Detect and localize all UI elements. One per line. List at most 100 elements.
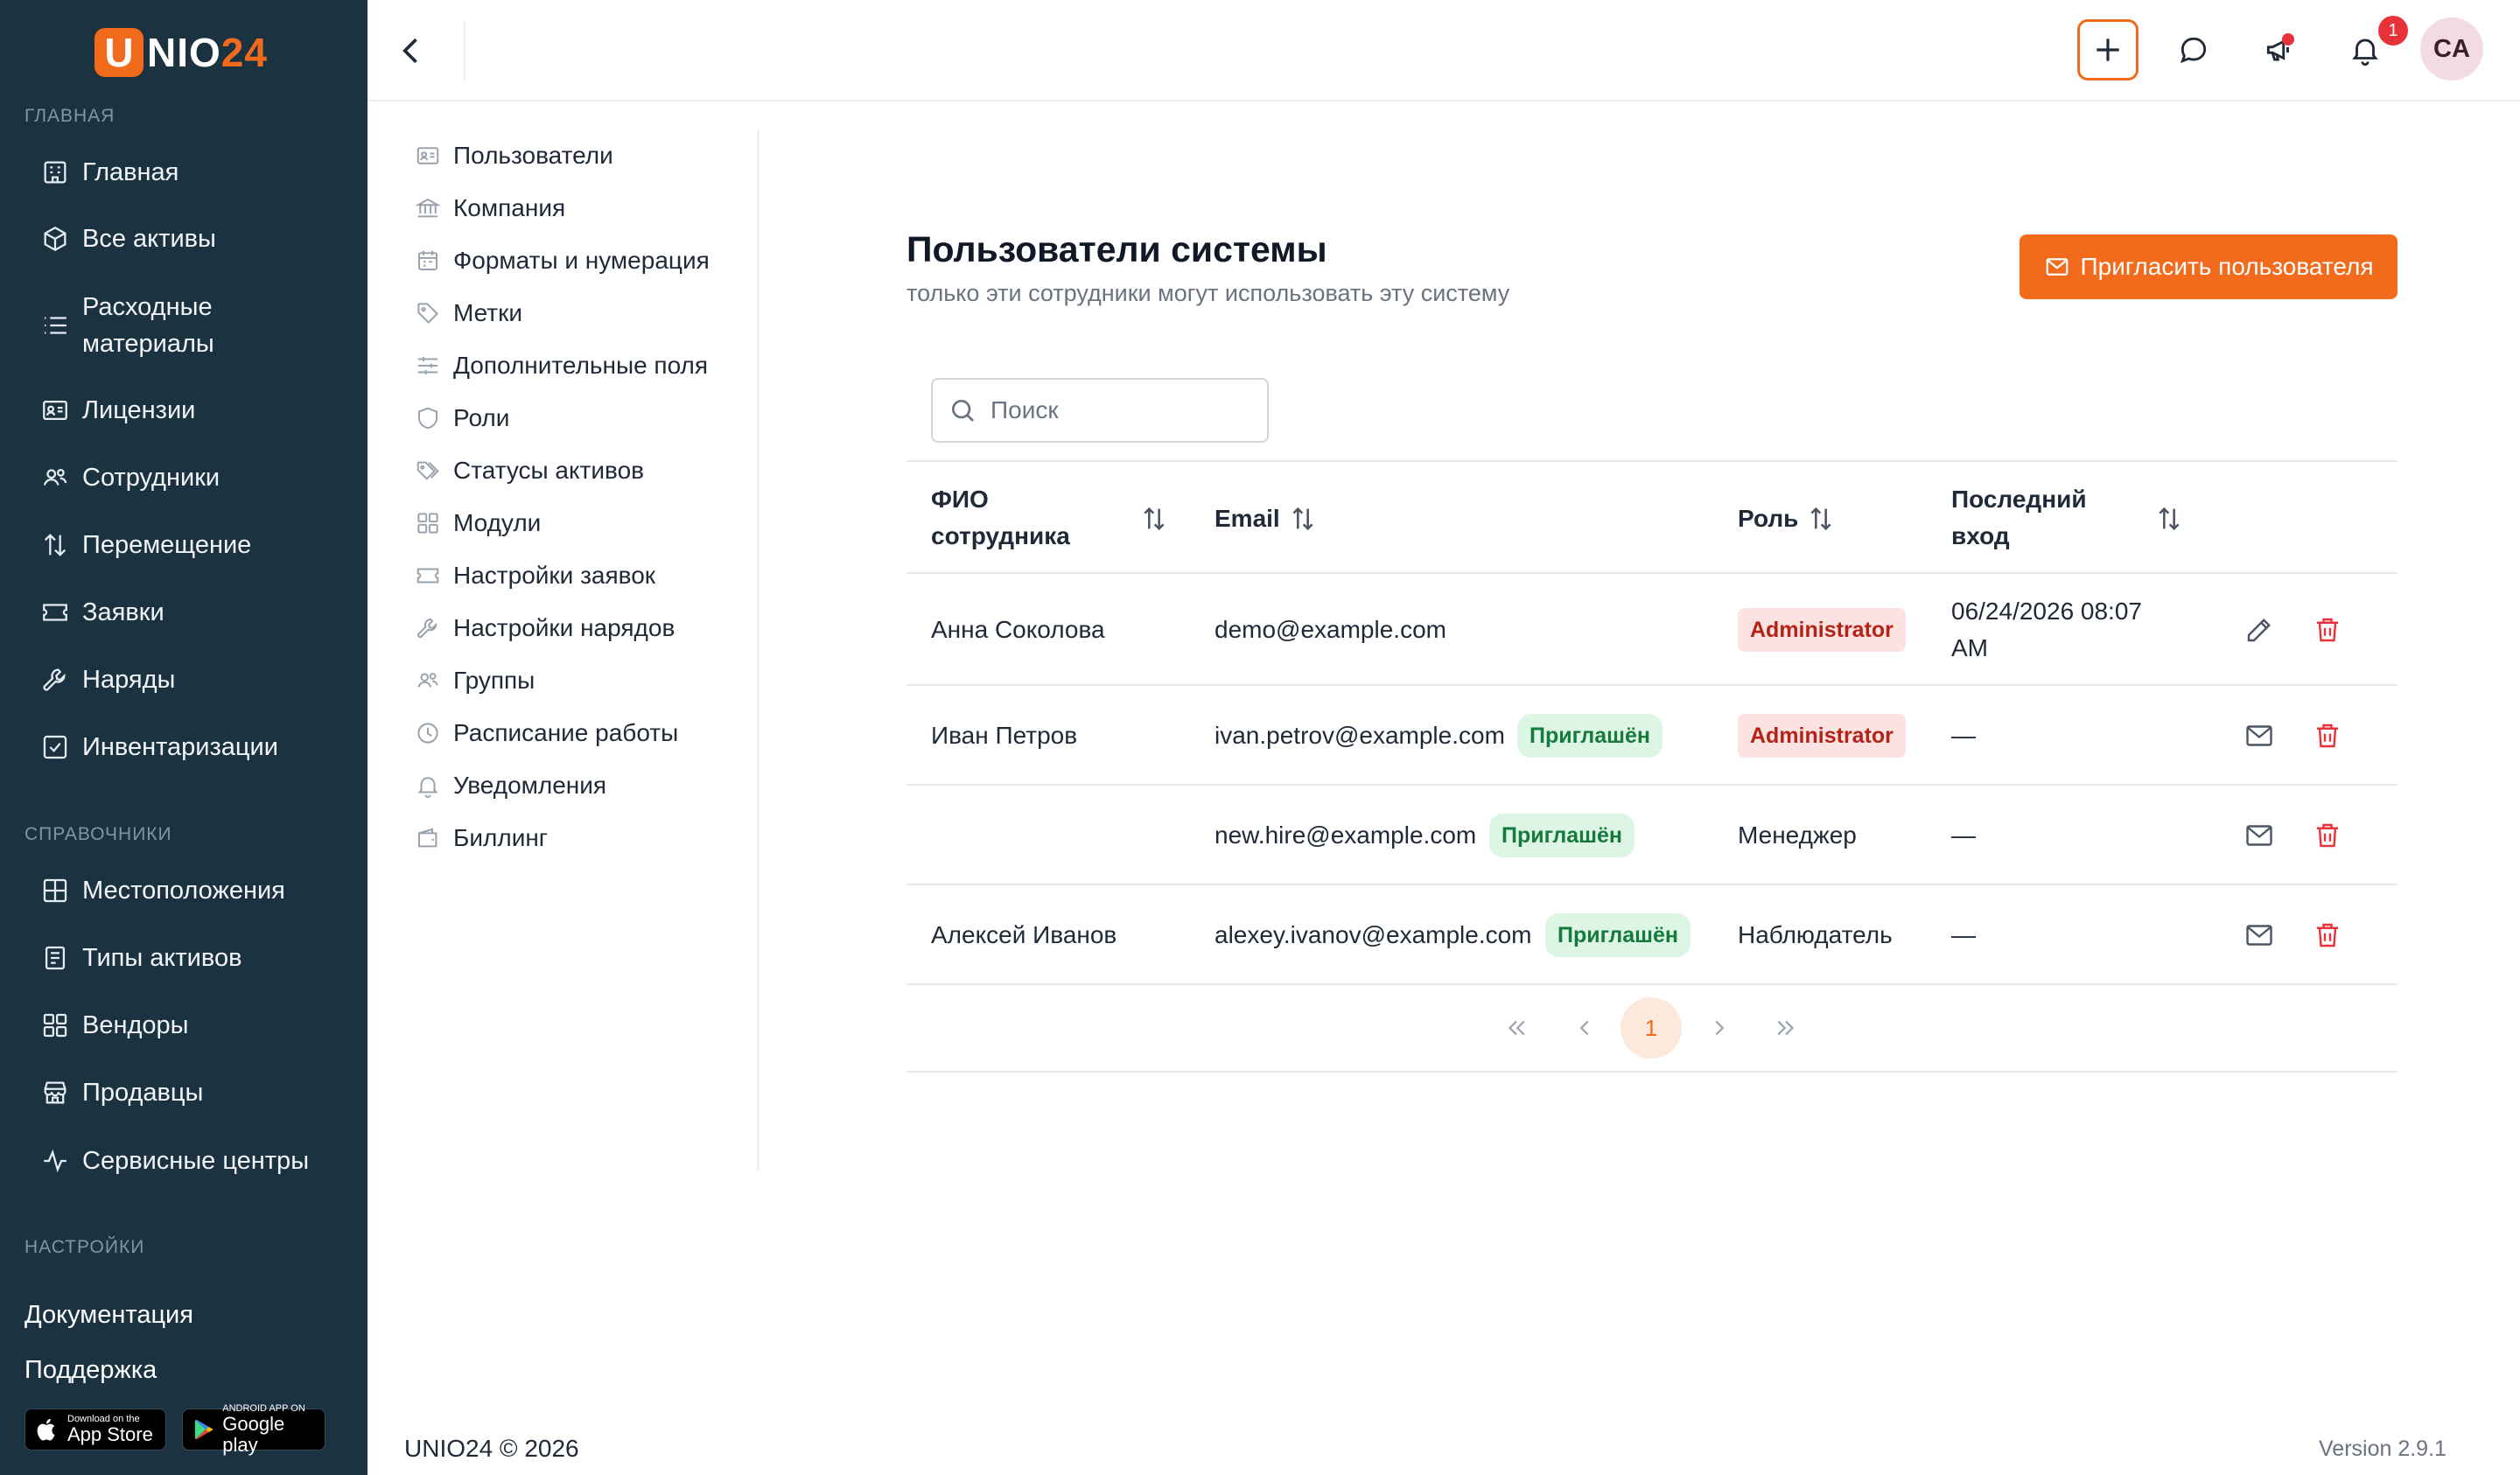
cell-email: demo@example.com [1214,616,1446,643]
settings-item-formats[interactable]: Форматы и нумерация [415,247,710,275]
sort-icon[interactable] [1139,504,1169,534]
trash-icon[interactable] [2312,919,2343,951]
invite-button-label: Пригласить пользователя [2080,253,2374,280]
sort-icon[interactable] [2154,504,2184,534]
chevron-right-icon [1715,1020,1725,1036]
user-avatar[interactable]: CA [2420,17,2483,80]
sidebar-item-locations[interactable]: Местоположения [38,872,354,909]
google-play-badge[interactable]: ANDROID APP ON Google play [182,1403,326,1456]
settings-item-label: Модули [453,509,542,536]
edit-icon[interactable] [2244,614,2275,646]
documentation-link[interactable]: Документация [24,1301,193,1330]
trash-icon[interactable] [2312,820,2343,851]
settings-item-groups[interactable]: Группы [415,667,535,695]
sidebar-item-vendors[interactable]: Вендоры [38,1007,354,1044]
sort-icon[interactable] [1288,504,1318,534]
clock-icon [417,723,438,744]
sidebar-item-home[interactable]: Главная [38,154,354,191]
trash-icon[interactable] [2312,614,2343,646]
cell-role: Менеджер [1738,821,1857,849]
first-page-button[interactable] [1486,997,1547,1059]
sidebar-item-consumables[interactable]: Расходные материалы [38,289,354,362]
sidebar-item-label: Местоположения [82,877,285,905]
chat-icon [2180,37,2207,64]
apps-icon [38,1009,72,1042]
settings-item-company[interactable]: Компания [415,194,565,222]
sidebar-item-employees[interactable]: Сотрудники [38,459,354,496]
table-top-border [906,460,2398,462]
sidebar-item-asset-types[interactable]: Типы активов [38,940,354,976]
row-divider [906,983,2398,985]
back-button[interactable] [392,31,430,70]
user-card-icon [416,147,439,164]
settings-item-modules[interactable]: Модули [415,509,541,537]
group-icon [417,673,438,688]
cube-icon [38,222,72,255]
sidebar-item-licenses[interactable]: Лицензии [38,392,354,429]
sidebar-item-assets[interactable]: Все активы [38,220,354,257]
column-header-role[interactable]: Роль [1738,500,1798,537]
search-input[interactable] [990,396,1253,424]
wallet-icon [418,828,438,848]
role-badge: Administrator [1738,608,1906,652]
last-page-button[interactable] [1755,997,1816,1059]
page-subtitle: только эти сотрудники могут использовать… [906,280,1510,306]
settings-item-label: Форматы и нумерация [453,247,710,274]
page-number-current[interactable]: 1 [1620,997,1682,1059]
settings-item-notifications[interactable]: Уведомления [415,772,606,800]
ticket-icon [416,568,439,584]
settings-item-label: Пользователи [453,142,613,169]
sidebar-item-inventory[interactable]: Инвентаризации [38,729,354,765]
settings-item-asset-statuses[interactable]: Статусы активов [415,457,644,485]
trash-icon[interactable] [2312,720,2343,751]
mail-icon[interactable] [2244,820,2275,851]
settings-item-label: Настройки нарядов [453,614,676,641]
sidebar-item-label: Вендоры [82,1011,189,1039]
announcements-button[interactable] [2249,19,2310,80]
settings-item-users[interactable]: Пользователи [415,142,613,170]
column-header-last-login[interactable]: Последний вход [1951,481,2087,555]
sidebar-item-sellers[interactable]: Продавцы [38,1074,354,1111]
store-icon [38,1076,72,1109]
app-logo[interactable]: U NIO24 [94,24,268,80]
bell-icon [417,777,438,799]
settings-item-tags[interactable]: Метки [415,299,522,327]
settings-item-label: Компания [453,194,566,221]
sidebar-item-label: Продавцы [82,1079,204,1107]
sidebar-item-requests[interactable]: Заявки [38,594,354,631]
next-page-button[interactable] [1689,997,1750,1059]
support-link[interactable]: Поддержка [24,1356,157,1385]
settings-item-schedule[interactable]: Расписание работы [415,719,678,747]
search-field[interactable] [931,378,1269,443]
sidebar-item-label: Сотрудники [82,464,220,492]
settings-menu: Пользователи Компания Форматы и нумераци… [368,129,760,1171]
announcement-dot [2282,33,2294,45]
settings-item-custom-fields[interactable]: Дополнительные поля [415,352,708,380]
column-header-email[interactable]: Email [1214,500,1280,537]
header-divider [464,21,466,80]
invite-user-button[interactable]: Пригласить пользователя [2020,234,2398,299]
settings-item-work-order-settings[interactable]: Настройки нарядов [415,614,675,642]
settings-item-roles[interactable]: Роли [415,404,509,432]
sidebar-item-transfer[interactable]: Перемещение [38,527,354,563]
settings-item-label: Расписание работы [453,719,679,746]
add-button[interactable] [2077,19,2138,80]
prev-page-button[interactable] [1554,997,1615,1059]
app-store-badge[interactable]: Download on the App Store [24,1409,166,1451]
settings-item-billing[interactable]: Биллинг [415,824,548,852]
sidebar-item-work-orders[interactable]: Наряды [38,661,354,698]
ticket-icon [38,596,72,629]
mail-icon[interactable] [2244,919,2275,951]
chat-button[interactable] [2163,19,2224,80]
settings-item-request-settings[interactable]: Настройки заявок [415,562,655,590]
activity-icon [38,1144,72,1178]
wrench-icon [38,663,72,696]
mail-icon[interactable] [2244,720,2275,751]
sidebar-item-label: Сервисные центры [82,1147,310,1175]
top-header: 1 CA [368,0,2520,101]
sidebar-item-service-centers[interactable]: Сервисные центры [38,1143,354,1179]
column-header-name[interactable]: ФИО сотрудника [931,481,1070,555]
settings-item-label: Группы [453,667,536,694]
tag-icon [417,303,439,325]
sort-icon[interactable] [1806,504,1836,534]
